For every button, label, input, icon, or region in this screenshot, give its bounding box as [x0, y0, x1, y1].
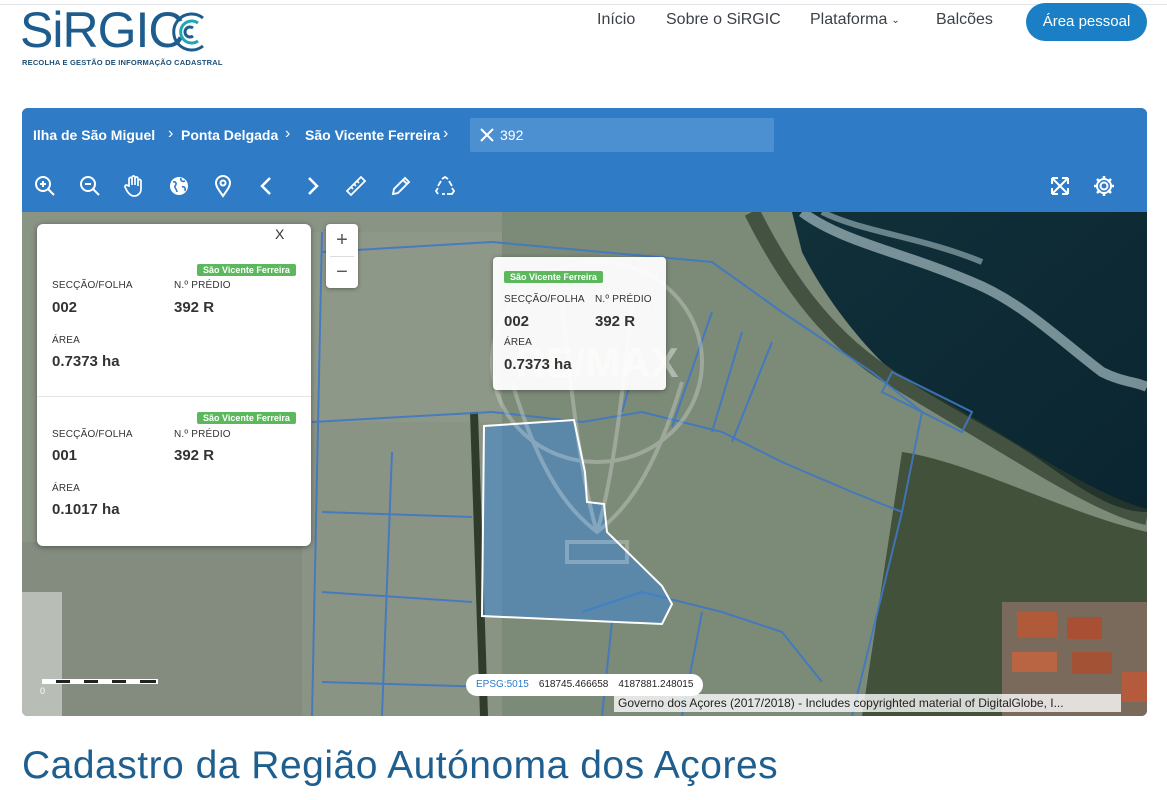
gear-icon[interactable] — [1092, 174, 1116, 198]
coordinate-readout: EPSG:5015 618745.466658 4187881.248015 — [466, 674, 704, 696]
map-panel: Ilha de São Miguel › Ponta Delgada › São… — [22, 108, 1147, 716]
predio-label: N.º PRÉDIO — [174, 280, 231, 291]
location-pin-icon[interactable] — [211, 174, 235, 198]
area-label: ÁREA — [504, 337, 533, 348]
chevron-right-icon[interactable] — [300, 174, 324, 198]
logo-wordmark: SiRGIC — [20, 2, 184, 58]
nav-plataforma-label: Plataforma — [810, 11, 888, 28]
globe-icon[interactable] — [167, 174, 191, 198]
zoom-control: + − — [326, 224, 358, 288]
search-input[interactable] — [500, 125, 760, 145]
coord-y: 4187881.248015 — [618, 679, 694, 690]
predio-value: 392 R — [174, 447, 215, 464]
nav-balcoes[interactable]: Balcões — [936, 11, 993, 29]
coord-x: 618745.466658 — [538, 679, 609, 690]
breadcrumb-separator-icon: › — [285, 125, 291, 142]
card-divider — [37, 396, 311, 397]
logo-rings-icon — [172, 12, 204, 52]
nav-sobre[interactable]: Sobre o SiRGIC — [666, 11, 781, 29]
breadcrumb-concelho[interactable]: Ponta Delgada — [181, 127, 278, 143]
map-toolbar — [22, 160, 1147, 212]
area-pessoal-button[interactable]: Área pessoal — [1026, 3, 1147, 41]
nav-plataforma[interactable]: Plataforma ⌄ — [810, 11, 900, 29]
page-title: Cadastro da Região Autónoma dos Açores — [22, 744, 779, 787]
seccao-label: SECÇÃO/FOLHA — [504, 294, 585, 305]
scale-zero-label: 0 — [40, 686, 46, 696]
seccao-value: 002 — [504, 313, 530, 330]
seccao-value: 002 — [52, 299, 78, 316]
scale-bar-graphic — [42, 679, 158, 684]
status-badge: São Vicente Ferreira — [197, 412, 296, 424]
breadcrumb-freguesia[interactable]: São Vicente Ferreira — [305, 127, 440, 143]
area-label: ÁREA — [52, 483, 81, 494]
fullscreen-icon[interactable] — [1048, 174, 1072, 198]
area-value: 0.1017 ha — [52, 501, 120, 518]
seccao-value: 001 — [52, 447, 78, 464]
breadcrumb: Ilha de São Miguel › Ponta Delgada › São… — [22, 108, 1147, 160]
pencil-icon[interactable] — [389, 174, 413, 198]
status-badge: São Vicente Ferreira — [504, 271, 603, 283]
parcel-info-card: X São Vicente Ferreira SECÇÃO/FOLHA N.º … — [37, 224, 311, 546]
area-label: ÁREA — [52, 335, 81, 346]
zoom-in-button[interactable]: + — [326, 224, 358, 256]
search-box — [470, 118, 774, 152]
seccao-label: SECÇÃO/FOLHA — [52, 280, 133, 291]
recycle-icon[interactable] — [433, 174, 457, 198]
close-icon[interactable] — [478, 126, 496, 144]
chevron-left-icon[interactable] — [255, 174, 279, 198]
area-value: 0.7373 ha — [52, 353, 120, 370]
chevron-down-icon: ⌄ — [891, 15, 900, 26]
zoom-out-icon[interactable] — [78, 174, 102, 198]
breadcrumb-separator-icon: › — [168, 125, 174, 142]
breadcrumb-separator-icon: › — [443, 125, 449, 142]
predio-value: 392 R — [174, 299, 215, 316]
pan-hand-icon[interactable] — [122, 174, 146, 198]
breadcrumb-ilha[interactable]: Ilha de São Miguel — [33, 127, 155, 143]
map-canvas[interactable]: RE/MAX + − X São Vicente Ferreira SECÇÃO… — [22, 212, 1147, 716]
parcel-popup[interactable]: São Vicente Ferreira SECÇÃO/FOLHA N.º PR… — [493, 257, 666, 390]
map-attribution: Governo dos Açores (2017/2018) - Include… — [614, 694, 1121, 712]
nav-inicio[interactable]: Início — [597, 11, 635, 29]
sirgic-logo[interactable]: SiRGIC RECOLHA E GESTÃO DE INFORMAÇÃO CA… — [20, 2, 223, 70]
scale-bar: 0 — [40, 676, 160, 701]
ruler-icon[interactable] — [344, 174, 368, 198]
status-badge: São Vicente Ferreira — [197, 264, 296, 276]
seccao-label: SECÇÃO/FOLHA — [52, 429, 133, 440]
area-value: 0.7373 ha — [504, 356, 572, 373]
epsg-label[interactable]: EPSG:5015 — [476, 679, 529, 690]
zoom-in-icon[interactable] — [33, 174, 57, 198]
predio-label: N.º PRÉDIO — [595, 294, 652, 305]
predio-label: N.º PRÉDIO — [174, 429, 231, 440]
predio-value: 392 R — [595, 313, 636, 330]
logo-tagline: RECOLHA E GESTÃO DE INFORMAÇÃO CADASTRAL — [22, 58, 223, 67]
zoom-out-button[interactable]: − — [326, 256, 358, 288]
card-close-button[interactable]: X — [275, 226, 284, 242]
